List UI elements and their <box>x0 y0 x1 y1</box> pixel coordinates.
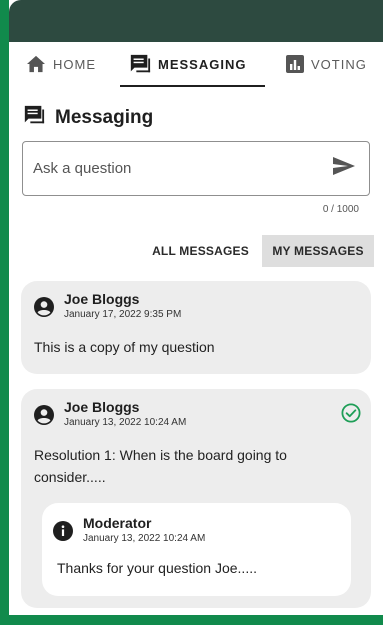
message-card: Joe Bloggs January 13, 2022 10:24 AM Res… <box>21 389 371 608</box>
message-card: Joe Bloggs January 17, 2022 9:35 PM This… <box>21 281 371 374</box>
tab-messaging[interactable]: MESSAGING <box>129 42 246 86</box>
bar-chart-icon <box>286 55 304 73</box>
message-date: January 17, 2022 9:35 PM <box>64 309 182 320</box>
frame-border-left <box>0 0 9 625</box>
chat-icon <box>23 104 45 132</box>
top-bar <box>9 0 383 42</box>
reply-author: Moderator <box>83 515 152 531</box>
check-circle-icon <box>341 403 361 428</box>
message-author: Joe Bloggs <box>64 399 140 415</box>
tab-voting[interactable]: VOTING <box>286 42 367 86</box>
send-icon <box>332 156 356 181</box>
reply-header: Moderator January 13, 2022 10:24 AM <box>53 515 205 546</box>
tab-home-label: HOME <box>53 56 96 72</box>
account-circle-icon <box>34 297 54 322</box>
message-text: Resolution 1: When is the board going to… <box>34 447 287 485</box>
message-header: Joe Bloggs January 13, 2022 10:24 AM <box>34 399 186 430</box>
info-icon <box>53 521 73 546</box>
tab-bar: HOME MESSAGING VOTING <box>9 42 383 88</box>
moderator-reply: Moderator January 13, 2022 10:24 AM Than… <box>42 503 351 596</box>
app-frame: HOME MESSAGING VOTING Messaging Ask a qu… <box>0 0 383 625</box>
message-author: Joe Bloggs <box>64 291 140 307</box>
messaging-panel: HOME MESSAGING VOTING Messaging Ask a qu… <box>9 0 383 615</box>
reply-text: Thanks for your question Joe..... <box>57 560 257 576</box>
character-counter: 0 / 1000 <box>322 204 359 215</box>
chat-icon <box>129 53 151 75</box>
send-button[interactable] <box>331 157 357 181</box>
page-title: Messaging <box>23 104 153 132</box>
filter-all-messages[interactable]: ALL MESSAGES <box>144 235 257 267</box>
active-tab-indicator <box>120 85 265 87</box>
tab-home[interactable]: HOME <box>26 42 96 86</box>
page-title-text: Messaging <box>55 107 154 128</box>
reply-date: January 13, 2022 10:24 AM <box>83 533 206 544</box>
home-icon <box>26 55 46 73</box>
filter-my-messages[interactable]: MY MESSAGES <box>262 235 374 267</box>
tab-voting-label: VOTING <box>311 56 367 72</box>
message-date: January 13, 2022 10:24 AM <box>64 417 187 428</box>
message-text: This is a copy of my question <box>34 339 215 355</box>
question-input[interactable] <box>33 160 331 177</box>
message-header: Joe Bloggs January 17, 2022 9:35 PM <box>34 291 181 322</box>
account-circle-icon <box>34 405 54 430</box>
frame-border-bottom <box>0 615 383 625</box>
tab-messaging-label: MESSAGING <box>158 56 247 72</box>
ask-question-field <box>22 141 370 196</box>
